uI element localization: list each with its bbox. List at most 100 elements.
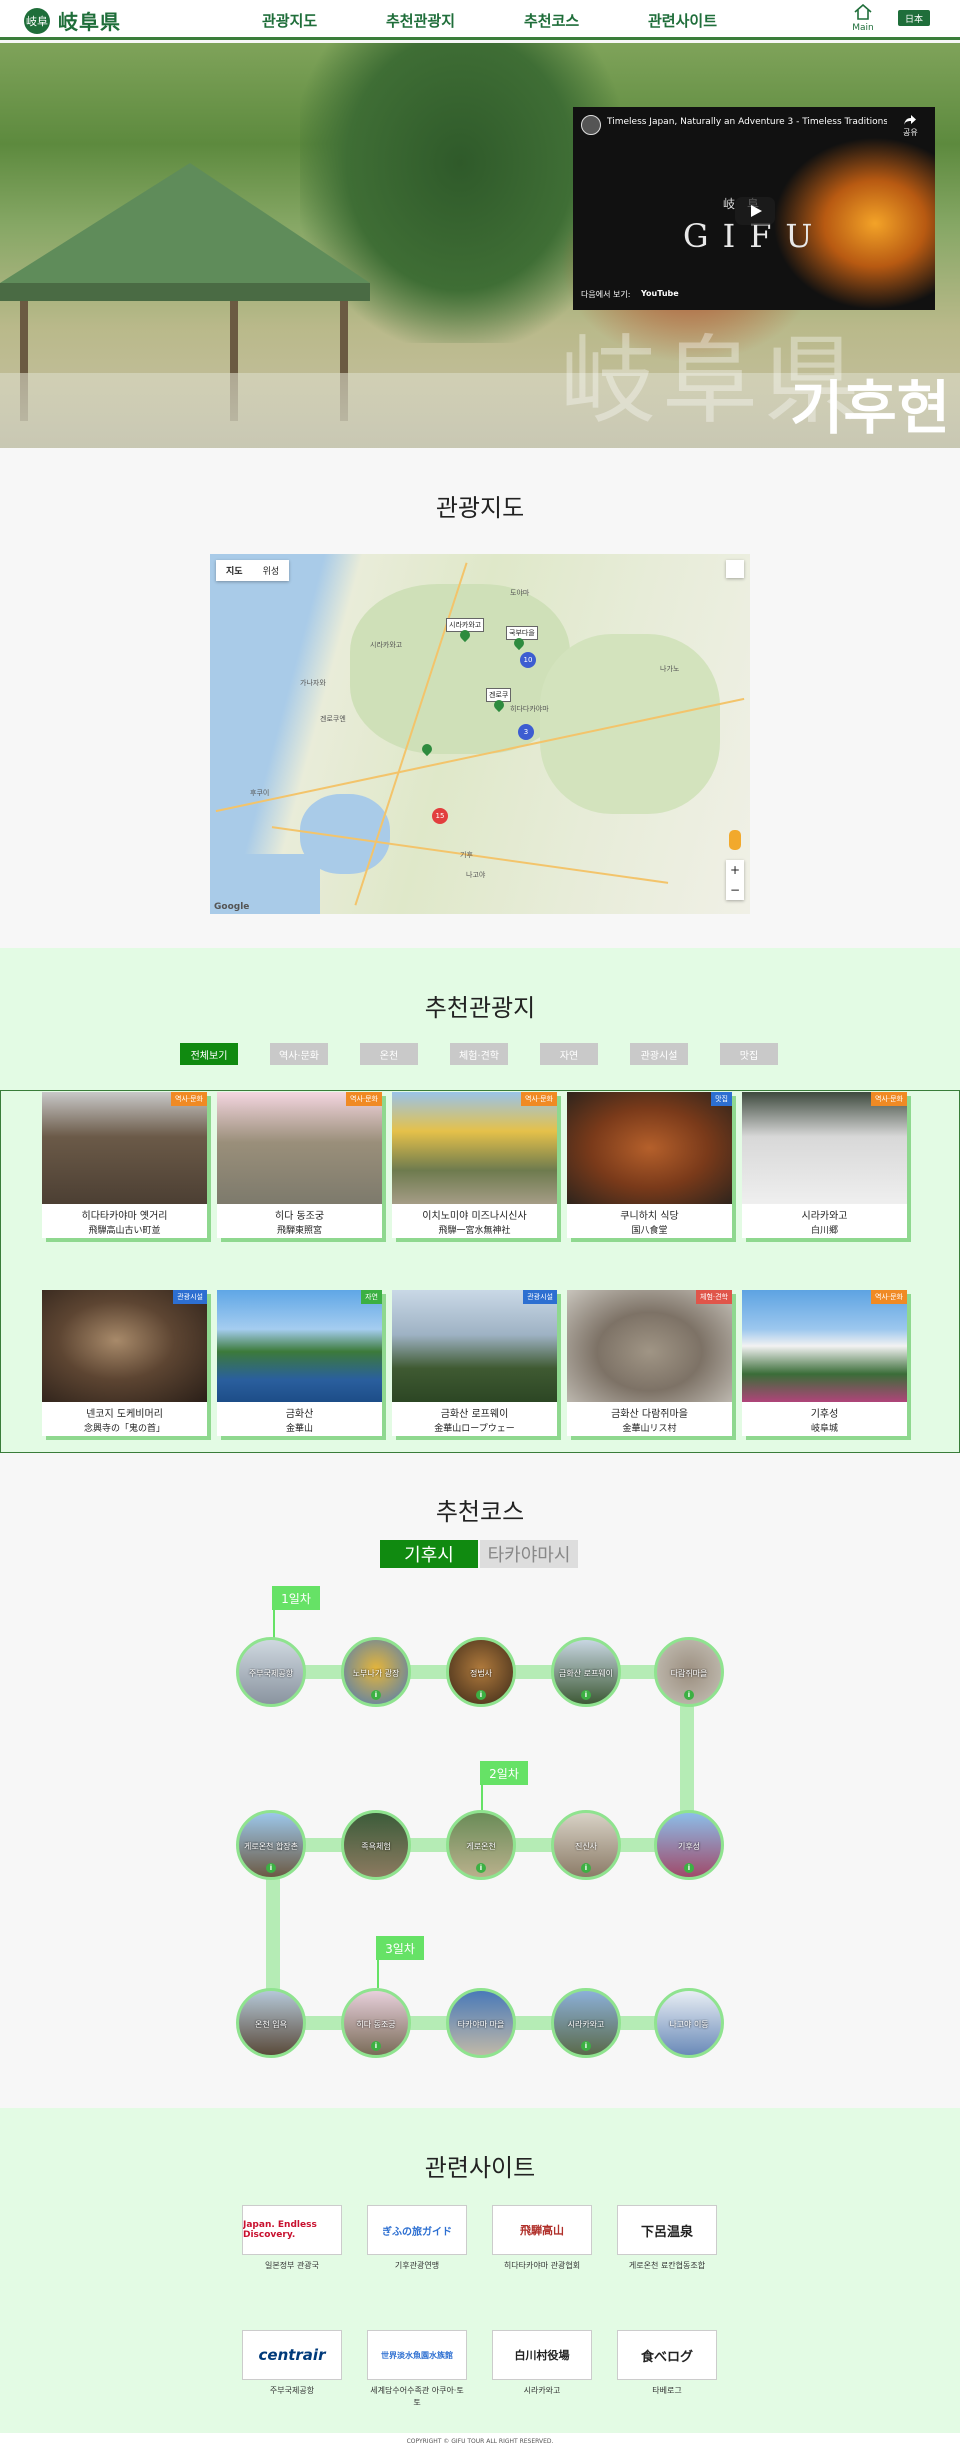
site-logo[interactable]: 岐阜 岐阜県 — [24, 6, 121, 35]
map-type-toggle[interactable]: 지도 위성 — [216, 560, 290, 581]
related-site-logo[interactable]: ぎふの旅ガイド — [367, 2205, 467, 2255]
street-view-pegman-icon[interactable] — [729, 830, 741, 850]
day-2-badge: 2일차 — [480, 1761, 528, 1785]
related-site-logo[interactable]: centrair — [242, 2330, 342, 2380]
course-stop[interactable]: 주부국제공항 — [236, 1637, 306, 1707]
filter-restaurant[interactable]: 맛집 — [720, 1043, 778, 1065]
tab-takayama-city[interactable]: 타카야마시 — [480, 1540, 578, 1568]
course-stop[interactable]: 진신사 i — [551, 1810, 621, 1880]
fullscreen-icon[interactable] — [726, 560, 744, 578]
related-site-logo[interactable]: 白川村役場 — [492, 2330, 592, 2380]
site-footer: COPYRIGHT © GIFU TOUR ALL RIGHT RESERVED… — [0, 2433, 960, 2451]
info-icon[interactable]: i — [476, 1863, 486, 1873]
spot-card[interactable]: 역사·문화 시라카와고 白川郷 — [742, 1092, 907, 1238]
youtube-logo[interactable]: YouTube — [641, 289, 679, 298]
zoom-control[interactable]: + − — [726, 860, 744, 900]
hero-title: 기후현 — [790, 374, 951, 442]
filter-history-culture[interactable]: 역사·문화 — [270, 1043, 328, 1065]
info-icon[interactable]: i — [476, 1690, 486, 1700]
info-icon[interactable]: i — [371, 1690, 381, 1700]
google-logo[interactable]: Google — [214, 902, 249, 912]
course-stop-label: 시라카와고 — [567, 2020, 605, 2029]
spot-card[interactable]: 자연 금화산 金華山 — [217, 1290, 382, 1436]
course-stop[interactable]: 타카야마 마을 — [446, 1988, 516, 2058]
video-title[interactable]: Timeless Japan, Naturally an Adventure 3… — [607, 117, 887, 127]
course-stop[interactable]: 족욕체험 — [341, 1810, 411, 1880]
course-stop-label: 타카야마 마을 — [457, 2020, 505, 2029]
google-map[interactable]: 지도 위성 + − 시라카와고 히다다카야마 겐로쿠엔 도야마 나가노 가나자와… — [210, 554, 750, 914]
info-icon[interactable]: i — [581, 1690, 591, 1700]
related-site-logo[interactable]: Japan. Endless Discovery. — [242, 2205, 342, 2255]
spot-card[interactable]: 역사·문화 기후성 岐阜城 — [742, 1290, 907, 1436]
play-button[interactable] — [735, 197, 775, 225]
filter-hot-spring[interactable]: 온천 — [360, 1043, 418, 1065]
related-site-logo[interactable]: 下呂温泉 — [617, 2205, 717, 2255]
related-site-logo[interactable]: 世界淡水魚園水族館 — [367, 2330, 467, 2380]
recommended-spots-title: 추천관광지 — [424, 994, 536, 1022]
filter-tourist-facility[interactable]: 관광시설 — [630, 1043, 688, 1065]
spot-card[interactable]: 체험·견학 금화산 다람쥐마을 金華山リス村 — [567, 1290, 732, 1436]
course-stop[interactable]: 다람쥐마을 i — [654, 1637, 724, 1707]
spot-image: 자연 — [217, 1290, 382, 1402]
spot-category-tag: 관광시설 — [523, 1290, 557, 1304]
course-stop[interactable]: 시라카와고 i — [551, 1988, 621, 2058]
spot-name: 넨코지 도케비머리 — [86, 1409, 163, 1420]
youtube-video-embed[interactable]: Timeless Japan, Naturally an Adventure 3… — [573, 107, 935, 310]
watch-on-label: 다음에서 보기: — [581, 290, 631, 299]
language-toggle-button[interactable]: 日本 — [898, 10, 930, 26]
spot-card[interactable]: 맛집 쿠니하치 식당 国八食堂 — [567, 1092, 732, 1238]
info-icon[interactable]: i — [684, 1690, 694, 1700]
nav-recommended-spots[interactable]: 추천관광지 — [386, 10, 455, 31]
map-type-map[interactable]: 지도 — [216, 560, 253, 581]
tour-map-title: 관광지도 — [435, 494, 525, 522]
info-icon[interactable]: i — [581, 2041, 591, 2051]
zoom-in-button[interactable]: + — [726, 860, 744, 880]
info-icon[interactable]: i — [371, 2041, 381, 2051]
info-icon[interactable]: i — [684, 1863, 694, 1873]
course-stop-label: 진신사 — [574, 1842, 598, 1851]
spot-image: 역사·문화 — [742, 1092, 907, 1204]
main-home-button[interactable]: Main — [848, 3, 878, 33]
info-icon[interactable]: i — [581, 1863, 591, 1873]
course-stop[interactable]: 정법사 i — [446, 1637, 516, 1707]
spot-card[interactable]: 역사·문화 히다 동조궁 飛騨東照宮 — [217, 1092, 382, 1238]
spot-category-tag: 맛집 — [711, 1092, 732, 1106]
course-stop[interactable]: 게로온천 합장촌 i — [236, 1810, 306, 1880]
map-type-satellite[interactable]: 위성 — [253, 560, 290, 581]
course-stop[interactable]: 기후성 i — [654, 1810, 724, 1880]
spot-japanese-name: 飛騨東照宮 — [276, 1226, 322, 1236]
filter-nature[interactable]: 자연 — [540, 1043, 598, 1065]
map-cluster[interactable]: 10 — [520, 652, 536, 668]
course-stop[interactable]: 게로온천 i — [446, 1810, 516, 1880]
spot-name: 히다타카야마 옛거리 — [81, 1211, 168, 1222]
course-stop[interactable]: 금화산 로프웨이 i — [551, 1637, 621, 1707]
course-stop[interactable]: 히다 동조궁 i — [341, 1988, 411, 2058]
nav-tour-map[interactable]: 관광지도 — [262, 10, 317, 31]
spot-card[interactable]: 관광시설 넨코지 도케비머리 念興寺の「鬼の首」 — [42, 1290, 207, 1436]
tab-gifu-city[interactable]: 기후시 — [380, 1540, 478, 1568]
map-cluster[interactable]: 15 — [432, 808, 448, 824]
map-place-label: 겐로쿠엔 — [320, 715, 346, 723]
course-stop[interactable]: 온천 입욕 — [236, 1988, 306, 2058]
map-place-label: 가나자와 — [300, 679, 326, 687]
related-site-logo[interactable]: 飛騨高山 — [492, 2205, 592, 2255]
course-stop[interactable]: 노부나가 광장 i — [341, 1637, 411, 1707]
channel-avatar[interactable] — [581, 115, 601, 135]
related-site-caption: 시라카와고 — [523, 2386, 561, 2395]
map-cluster[interactable]: 3 — [518, 724, 534, 740]
course-stop[interactable]: 나고야 이동 — [654, 1988, 724, 2058]
zoom-out-button[interactable]: − — [726, 880, 744, 900]
spot-card[interactable]: 역사·문화 이치노미야 미즈나시신사 飛騨一宮水無神社 — [392, 1092, 557, 1238]
info-icon[interactable]: i — [266, 1863, 276, 1873]
share-button[interactable]: 공유 — [903, 115, 918, 138]
filter-all[interactable]: 전체보기 — [180, 1043, 238, 1065]
map-place-label: 나가노 — [660, 665, 680, 673]
related-site-logo[interactable]: 食べログ — [617, 2330, 717, 2380]
nav-related-sites[interactable]: 관련사이트 — [648, 10, 717, 31]
filter-experience[interactable]: 체험·견학 — [450, 1043, 508, 1065]
day-3-badge: 3일차 — [376, 1936, 424, 1960]
spot-japanese-name: 飛騨一宮水無神社 — [438, 1226, 511, 1236]
spot-card[interactable]: 관광시설 금화산 로프웨이 金華山ロープウェー — [392, 1290, 557, 1436]
nav-recommended-course[interactable]: 추천코스 — [524, 10, 579, 31]
spot-card[interactable]: 역사·문화 히다타카야마 옛거리 飛騨高山古い町並 — [42, 1092, 207, 1238]
